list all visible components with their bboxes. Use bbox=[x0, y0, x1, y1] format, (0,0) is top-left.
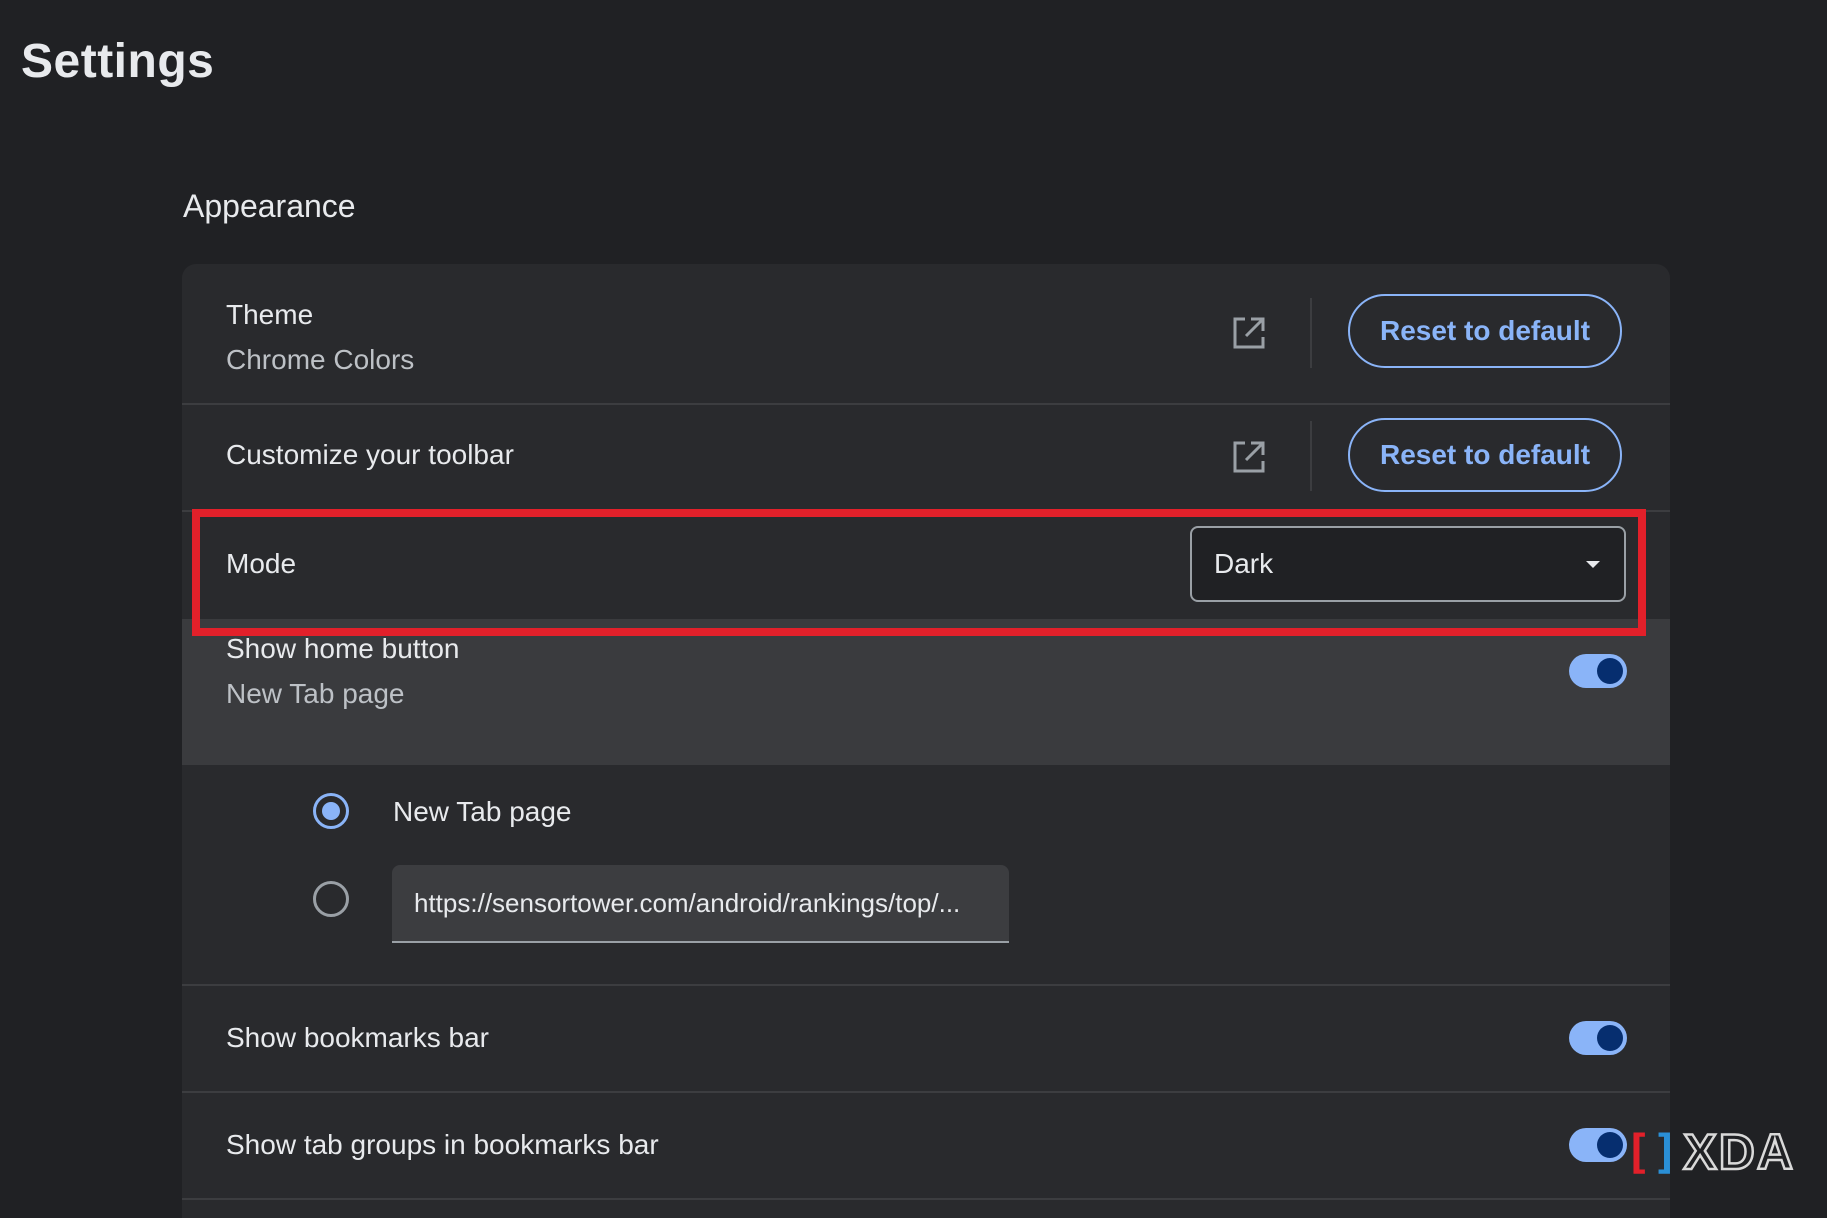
open-in-new-icon[interactable] bbox=[1231, 315, 1267, 351]
show-bookmarks-bar-label: Show bookmarks bar bbox=[226, 1022, 490, 1053]
show-home-button-sublabel: New Tab page bbox=[226, 678, 405, 709]
vertical-divider bbox=[1310, 421, 1312, 491]
theme-sublabel: Chrome Colors bbox=[226, 344, 415, 375]
toolbar-reset-button[interactable]: Reset to default bbox=[1348, 418, 1622, 492]
page-title: Settings bbox=[21, 35, 215, 88]
show-bookmarks-bar-toggle[interactable] bbox=[1569, 1021, 1627, 1055]
toggle-knob bbox=[1597, 658, 1623, 684]
xda-logo-icon: [] bbox=[1624, 1125, 1680, 1179]
mode-select[interactable]: Dark bbox=[1190, 526, 1626, 602]
show-home-button-row[interactable]: Show home button New Tab page bbox=[182, 619, 1670, 765]
home-url-input[interactable]: https://sensortower.com/android/rankings… bbox=[392, 865, 1009, 943]
row-divider bbox=[182, 1198, 1670, 1200]
vertical-divider bbox=[1310, 298, 1312, 368]
settings-page: Settings Appearance Theme Chrome Colors … bbox=[0, 0, 1827, 1218]
show-bookmarks-bar-row[interactable]: Show bookmarks bar bbox=[182, 986, 1670, 1091]
radio-custom-url[interactable] bbox=[313, 881, 349, 917]
toggle-knob bbox=[1597, 1132, 1623, 1158]
theme-row[interactable]: Theme Chrome Colors Reset to default bbox=[182, 264, 1670, 403]
radio-new-tab-page[interactable] bbox=[313, 793, 349, 829]
section-title-appearance: Appearance bbox=[183, 188, 356, 224]
home-url-value: https://sensortower.com/android/rankings… bbox=[414, 888, 961, 918]
radio-new-tab-page-label: New Tab page bbox=[393, 796, 572, 827]
dropdown-arrow-icon bbox=[1586, 561, 1600, 568]
show-tab-groups-label: Show tab groups in bookmarks bar bbox=[226, 1129, 659, 1160]
mode-select-value: Dark bbox=[1214, 548, 1274, 579]
mode-label: Mode bbox=[226, 548, 297, 579]
appearance-card: Theme Chrome Colors Reset to default Cus… bbox=[182, 264, 1670, 1218]
theme-reset-button[interactable]: Reset to default bbox=[1348, 294, 1622, 368]
open-in-new-icon[interactable] bbox=[1231, 439, 1267, 475]
xda-watermark: [] XDA bbox=[1624, 1123, 1795, 1182]
show-tab-groups-row[interactable]: Show tab groups in bookmarks bar bbox=[182, 1093, 1670, 1198]
toggle-knob bbox=[1597, 1025, 1623, 1051]
theme-label: Theme bbox=[226, 299, 314, 330]
show-home-button-label: Show home button bbox=[226, 633, 460, 664]
show-tab-groups-toggle[interactable] bbox=[1569, 1128, 1627, 1162]
customize-toolbar-label: Customize your toolbar bbox=[226, 439, 514, 470]
customize-toolbar-row[interactable]: Customize your toolbar Reset to default bbox=[182, 405, 1670, 508]
show-home-button-toggle[interactable] bbox=[1569, 654, 1627, 688]
xda-watermark-text: XDA bbox=[1682, 1123, 1795, 1182]
